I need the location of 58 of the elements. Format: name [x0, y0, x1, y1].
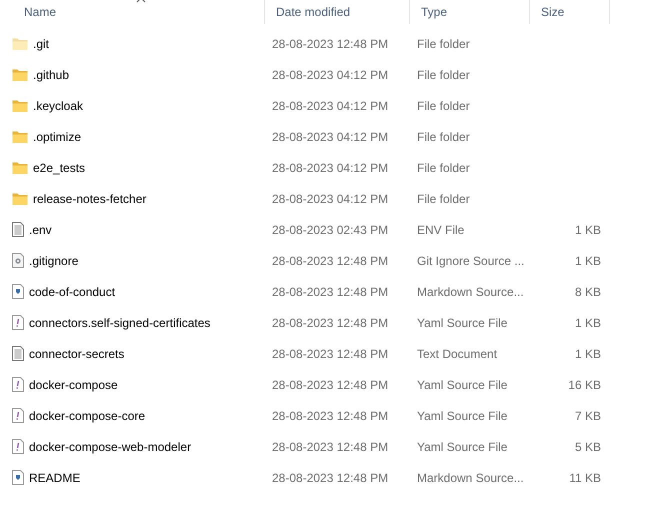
file-type: Git Ignore Source ...	[416, 252, 526, 270]
file-type: ENV File	[416, 222, 466, 238]
date-modified: 28-08-2023 02:43 PM	[271, 222, 390, 238]
file-type: File folder	[416, 98, 471, 114]
date-modified: 28-08-2023 12:48 PM	[271, 346, 390, 362]
file-name[interactable]: docker-compose	[29, 376, 118, 394]
file-type: File folder	[416, 66, 471, 84]
file-name[interactable]: .github	[33, 66, 70, 84]
file-name[interactable]: docker-compose-web-modeler	[29, 438, 192, 456]
file-size: 8 KB	[574, 284, 602, 300]
file-size: 16 KB	[567, 376, 602, 394]
file-size: 1 KB	[574, 222, 602, 238]
file-name[interactable]: .gitignore	[29, 252, 78, 270]
date-modified: 28-08-2023 04:12 PM	[271, 160, 390, 176]
file-name[interactable]: code-of-conduct	[29, 282, 116, 300]
date-modified: 28-08-2023 04:12 PM	[271, 190, 390, 208]
date-modified: 28-08-2023 04:12 PM	[271, 98, 390, 114]
date-modified: 28-08-2023 12:48 PM	[271, 376, 390, 394]
file-type: Yaml Source File	[416, 438, 508, 456]
file-type: File folder	[416, 128, 471, 146]
file-size: 5 KB	[574, 438, 602, 456]
column-header[interactable]: Date modified	[265, 0, 410, 24]
date-modified: 28-08-2023 12:48 PM	[271, 36, 390, 52]
file-name[interactable]: connectors.self-signed-certificates	[29, 314, 210, 332]
file-name[interactable]: .optimize	[33, 128, 82, 146]
file-size: 1 KB	[574, 346, 602, 362]
column-header[interactable]: Type	[410, 0, 530, 24]
file-type: Markdown Source...	[416, 284, 525, 300]
file-size: 1 KB	[574, 252, 602, 270]
file-name[interactable]: release-notes-fetcher	[33, 190, 146, 208]
file-type: Yaml Source File	[416, 408, 508, 424]
file-type: Yaml Source File	[416, 376, 508, 394]
file-name[interactable]: connector-secrets	[29, 344, 124, 362]
file-name[interactable]: .git	[33, 34, 50, 52]
date-modified: 28-08-2023 12:48 PM	[271, 470, 390, 486]
file-name[interactable]: docker-compose-core	[29, 406, 146, 424]
file-size: 11 KB	[568, 470, 602, 486]
file-name[interactable]: README	[29, 468, 80, 486]
file-type: Yaml Source File	[416, 314, 508, 332]
date-modified: 28-08-2023 12:48 PM	[271, 438, 390, 456]
file-type: File folder	[416, 36, 471, 52]
column-header[interactable]: Name	[0, 0, 265, 24]
file-name[interactable]: e2e_tests	[33, 158, 86, 176]
file-name[interactable]: .env	[29, 220, 52, 238]
file-size: 7 KB	[574, 408, 602, 424]
file-type: File folder	[416, 190, 471, 208]
date-modified: 28-08-2023 12:48 PM	[271, 252, 390, 270]
file-name[interactable]: .keycloak	[33, 96, 84, 114]
column-header[interactable]: Size	[530, 0, 610, 24]
file-type: Text Document	[416, 346, 498, 362]
date-modified: 28-08-2023 04:12 PM	[271, 128, 390, 146]
date-modified: 28-08-2023 12:48 PM	[271, 408, 390, 424]
file-size: 1 KB	[574, 314, 602, 332]
date-modified: 28-08-2023 12:48 PM	[271, 314, 390, 332]
file-type: Markdown Source...	[416, 470, 525, 486]
date-modified: 28-08-2023 04:12 PM	[271, 66, 390, 84]
date-modified: 28-08-2023 12:48 PM	[271, 284, 390, 300]
file-type: File folder	[416, 160, 471, 176]
